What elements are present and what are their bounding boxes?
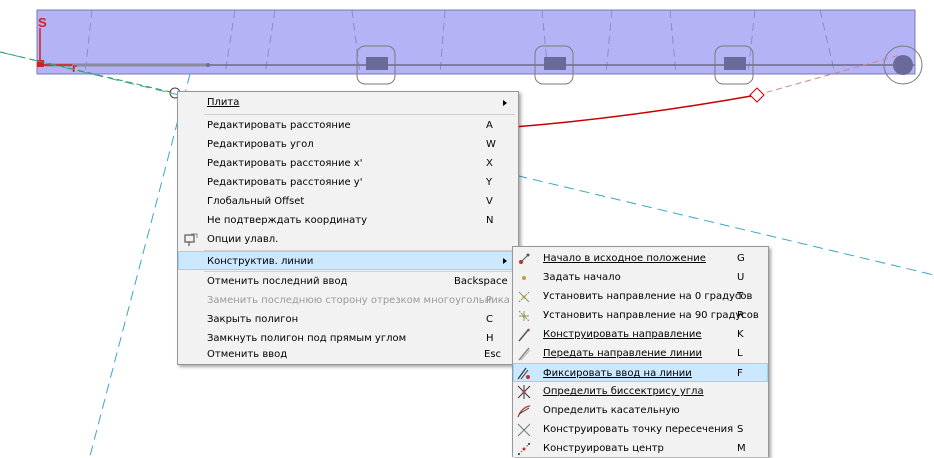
submenu-item-fix-on-line[interactable]: Фиксировать ввод на линии F xyxy=(513,363,768,382)
menu-item-construction-lines[interactable]: Конструктив. линии xyxy=(178,251,518,270)
origin-reset-icon xyxy=(519,253,530,264)
construct-direction-icon xyxy=(518,328,530,342)
menu-item-global-offset[interactable]: Глобальный Offset V xyxy=(178,192,518,211)
axis-s-label: S xyxy=(38,15,47,30)
submenu-item-direction-0[interactable]: Установить направление на 0 градусов T xyxy=(513,287,768,306)
menu-item-edit-distance-y[interactable]: Редактировать расстояние y' Y xyxy=(178,173,518,192)
direction-90-icon xyxy=(518,310,530,322)
fix-on-line-icon xyxy=(517,367,530,380)
set-origin-icon xyxy=(522,276,526,280)
direction-0-icon xyxy=(518,291,530,303)
submenu-item-bisector[interactable]: Определить биссектрису угла xyxy=(513,382,768,401)
menu-item-slab[interactable]: Плита xyxy=(178,93,518,112)
menu-item-edit-distance-x[interactable]: Редактировать расстояние x' X xyxy=(178,154,518,173)
submenu-arrow-icon xyxy=(503,258,507,264)
submenu-item-construct-direction[interactable]: Конструировать направление K xyxy=(513,325,768,344)
snap-options-icon xyxy=(184,233,198,246)
submenu-item-transfer-direction[interactable]: Передать направление линии L xyxy=(513,344,768,363)
submenu-item-origin-reset[interactable]: Начало в исходное положение G xyxy=(513,249,768,268)
menu-item-close-polygon[interactable]: Закрыть полигон C xyxy=(178,310,518,329)
tangent-icon xyxy=(517,405,531,418)
submenu-item-center[interactable]: Конструировать центр M xyxy=(513,439,768,458)
transfer-direction-icon xyxy=(518,347,531,361)
center-icon xyxy=(517,442,531,456)
submenu-item-direction-90[interactable]: Установить направление на 90 градусов R xyxy=(513,306,768,325)
menu-item-no-confirm-coordinate[interactable]: Не подтверждать координату N xyxy=(178,211,518,230)
bisector-icon xyxy=(517,385,531,399)
menu-item-cancel-input[interactable]: Отменить ввод Esc xyxy=(178,345,518,364)
menu-item-replace-last-side: Заменить последнюю сторону отрезком мног… xyxy=(207,295,510,306)
axis-r-label: r xyxy=(72,61,77,75)
submenu-item-tangent[interactable]: Определить касательную xyxy=(513,401,768,420)
construction-lines-submenu: Начало в исходное положение G Задать нач… xyxy=(512,246,769,457)
submenu-arrow-icon xyxy=(503,100,507,106)
menu-item-edit-angle[interactable]: Редактировать угол W xyxy=(178,135,518,154)
submenu-item-set-origin[interactable]: Задать начало U xyxy=(513,268,768,287)
menu-item-undo-last-input[interactable]: Отменить последний ввод Backspace xyxy=(178,272,518,291)
menu-item-snap-options[interactable]: Опции улавл. xyxy=(178,230,518,249)
menu-item-edit-distance[interactable]: Редактировать расстояние A xyxy=(178,116,518,135)
intersection-icon xyxy=(517,423,531,437)
menu-item-label: Плита xyxy=(207,97,240,108)
context-menu: Плита Редактировать расстояние A Редакти… xyxy=(177,91,519,365)
submenu-item-intersection[interactable]: Конструировать точку пересечения S xyxy=(513,420,768,439)
